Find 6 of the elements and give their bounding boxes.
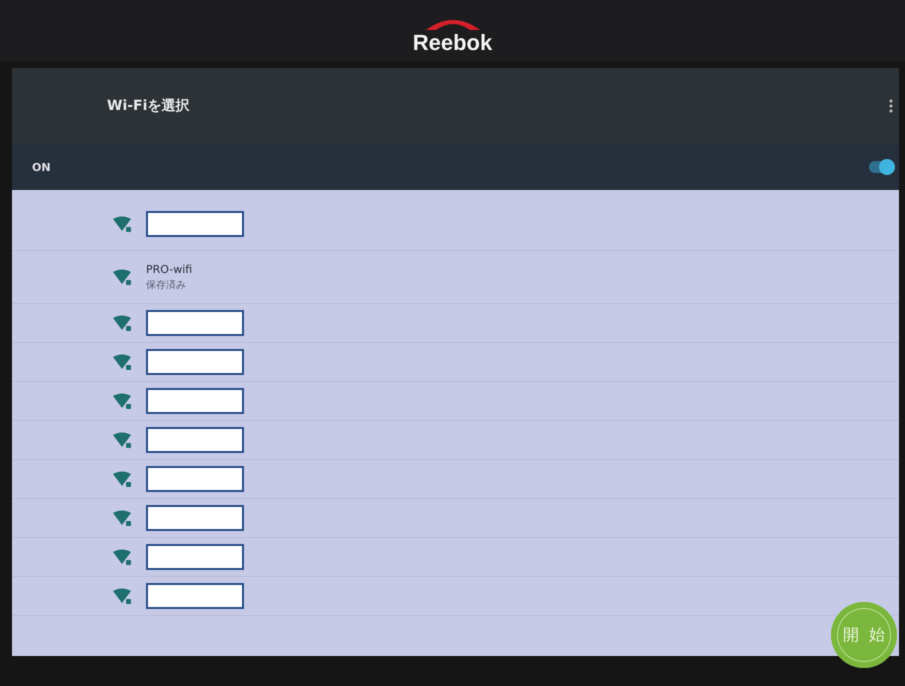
header-title: Wi-Fiを選択 — [107, 97, 190, 115]
network-row[interactable]: PRO-wifi 保存済み — [12, 251, 899, 304]
brand-logo: Reebok — [412, 30, 492, 56]
toggle-label: ON — [32, 160, 51, 174]
network-status: 保存済み — [146, 278, 187, 292]
network-name: PRO-wifi — [146, 262, 192, 276]
